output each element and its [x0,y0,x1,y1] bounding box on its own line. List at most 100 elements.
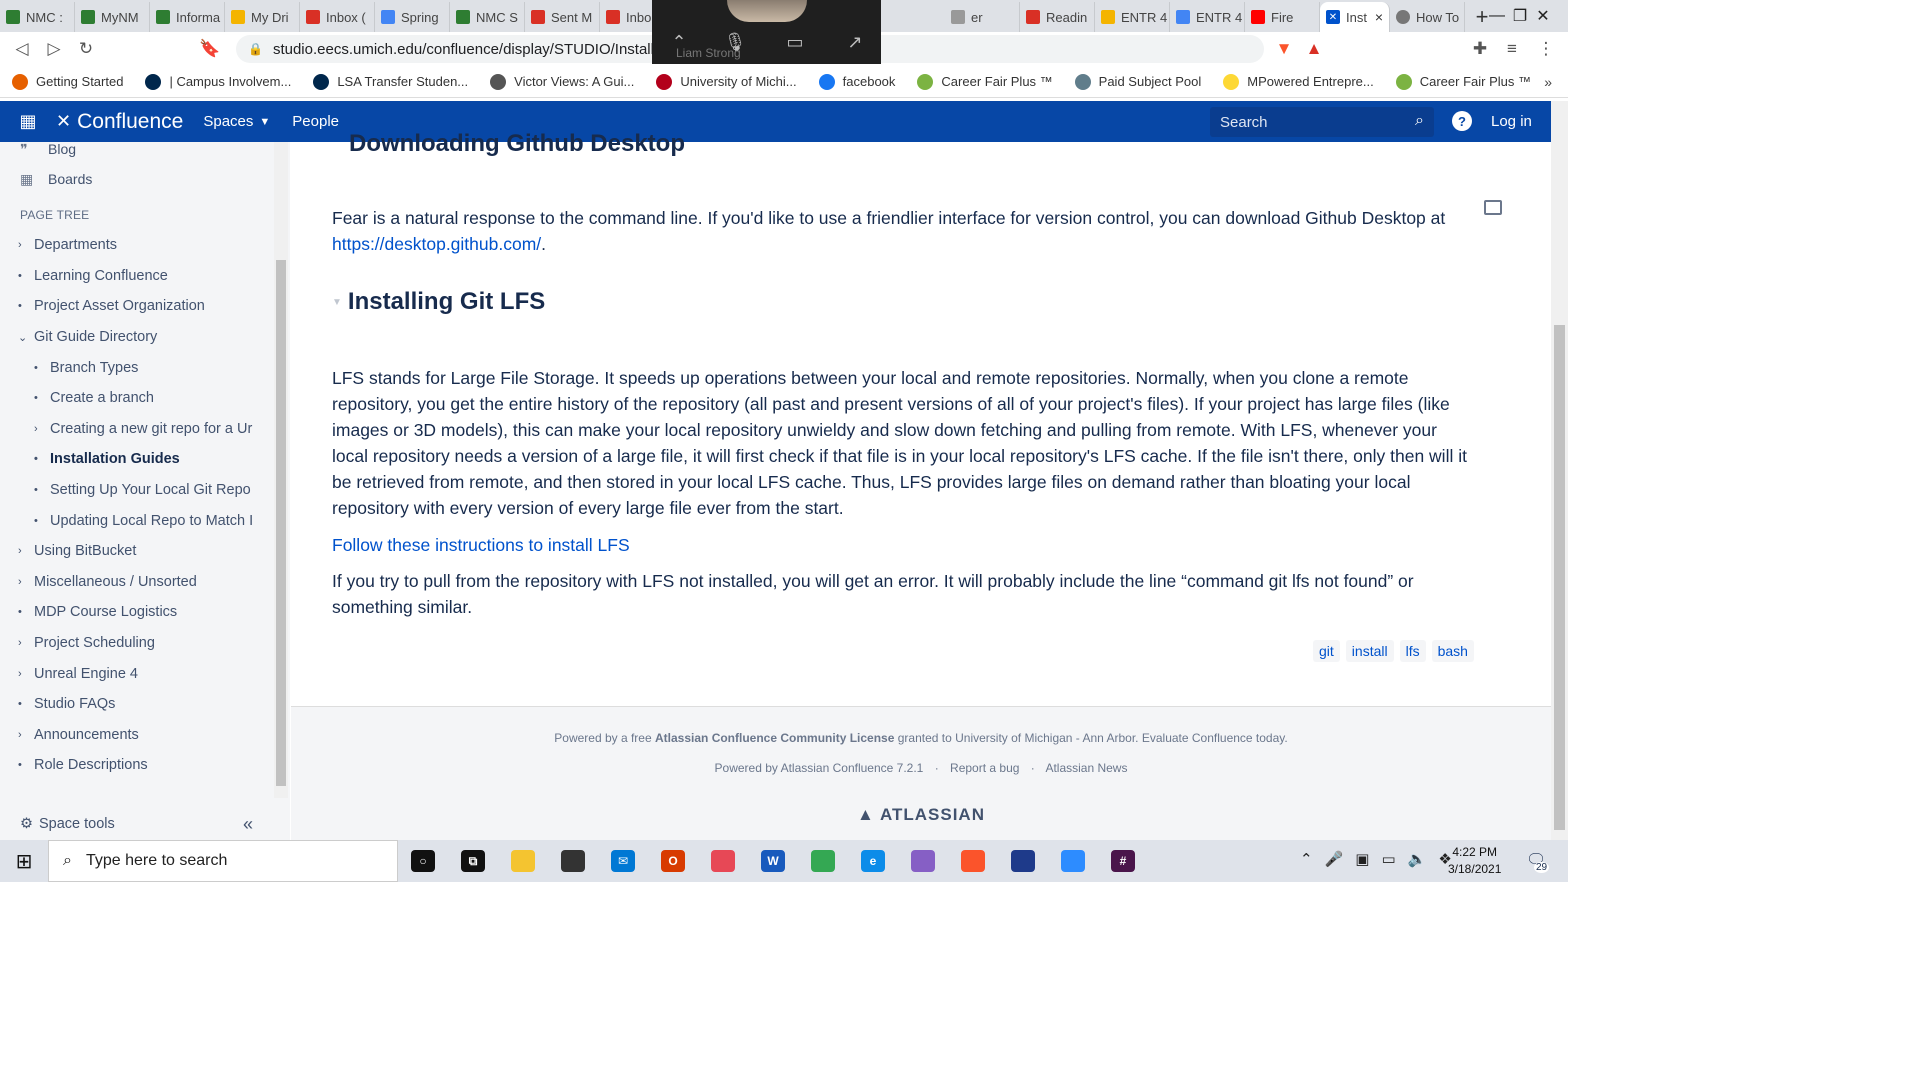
install-lfs-link[interactable]: Follow these instructions to install LFS [332,532,1477,558]
bookmark-item[interactable]: MPowered Entrepre... [1223,73,1374,90]
chrome-icon[interactable] [798,840,848,882]
sidebar-item-blog[interactable]: ❞ Blog [0,134,290,164]
page-tree-item[interactable]: • Create a branch [0,383,268,414]
brave-rewards-icon[interactable]: ▲ [1298,33,1330,65]
brave-icon[interactable] [948,840,998,882]
browser-tab[interactable]: My Dri [225,2,300,32]
page-tree-item[interactable]: › Using BitBucket [0,536,268,567]
table-of-contents-icon[interactable] [1484,200,1502,215]
help-icon[interactable]: ? [1452,111,1472,131]
close-tab-icon[interactable]: × [1375,9,1383,25]
browser-tab[interactable]: Informa [150,2,225,32]
browser-tab[interactable]: NMC S [450,2,525,32]
sidebar-scrollbar[interactable] [274,142,288,798]
browser-tab[interactable]: Inbox ( [300,2,375,32]
visual-studio-icon[interactable] [898,840,948,882]
sidebar-item-boards[interactable]: ▦ Boards [0,164,290,194]
media-control-icon[interactable]: ≡ [1496,33,1528,65]
chevron-right-icon[interactable]: › [18,637,34,649]
close-window-icon[interactable]: ✕ [1520,0,1566,32]
bookmark-item[interactable]: Getting Started [12,73,123,90]
bookmark-item[interactable]: University of Michi... [656,73,797,90]
space-tools-button[interactable]: ⚙ Space tools [20,816,115,832]
page-tree-item[interactable]: • Setting Up Your Local Git Repo [0,475,268,506]
windows-start-icon[interactable]: ⊞ [0,840,48,882]
tab-how-to[interactable]: How To [1390,2,1465,32]
page-tree-item[interactable]: • Learning Confluence [0,261,268,292]
search-icon[interactable]: ⌕ [1415,112,1424,130]
people-link[interactable]: People [292,113,339,130]
browser-tab[interactable]: ENTR 4 [1170,2,1245,32]
spaces-menu[interactable]: Spaces ▼ [203,113,270,130]
atlassian-news-link[interactable]: Atlassian News [1045,761,1127,775]
label-tag[interactable]: git [1313,640,1340,662]
page-tree-item[interactable]: › Miscellaneous / Unsorted [0,567,268,598]
share-screen-icon[interactable]: ↗ [842,30,868,54]
taskbar-search-input[interactable]: ⌕ Type here to search [48,840,398,882]
clock[interactable]: 4:22 PM 3/18/2021 [1448,844,1501,878]
chevron-right-icon[interactable]: › [18,729,34,741]
slack-icon[interactable]: # [1098,840,1148,882]
display-icon[interactable]: ▣ [1355,850,1369,868]
browser-tab[interactable]: er [945,2,1020,32]
login-link[interactable]: Log in [1491,113,1532,130]
confluence-logo[interactable]: ✕ Confluence [56,110,183,134]
chevron-right-icon[interactable]: › [18,668,34,680]
atlassian-logo[interactable]: ▲ ATLASSIAN [291,805,1551,825]
sidebar-scroll-thumb[interactable] [276,260,286,786]
page-tree-item[interactable]: • Studio FAQs [0,689,268,720]
page-tree-item[interactable]: • Project Asset Organization [0,291,268,322]
browser-tab[interactable]: Spring [375,2,450,32]
bookmark-item[interactable]: Career Fair Plus ™ [917,73,1053,90]
label-tag[interactable]: bash [1431,640,1474,662]
search-input[interactable]: Search ⌕ [1210,107,1434,137]
task-view-icon[interactable]: ⧉ [448,840,498,882]
chevron-right-icon[interactable]: › [18,239,34,251]
volume-icon[interactable]: 🔈 [1408,850,1427,868]
zoom-icon[interactable] [1048,840,1098,882]
video-off-icon[interactable]: ▭ [782,30,808,54]
github-desktop-link[interactable]: https://desktop.github.com/ [332,234,541,254]
app-icon[interactable] [998,840,1048,882]
browser-tab[interactable]: NMC : [0,2,75,32]
file-explorer-icon[interactable] [498,840,548,882]
page-scroll-thumb[interactable] [1554,325,1565,830]
page-tree-item[interactable]: • Role Descriptions [0,750,268,781]
battery-icon[interactable]: ▭ [1381,850,1395,868]
page-scrollbar[interactable] [1551,101,1568,840]
reload-icon[interactable]: ↻ [70,33,102,65]
page-tree-item[interactable]: › Creating a new git repo for a Ur [0,414,268,445]
browser-tab[interactable]: Readin [1020,2,1095,32]
section-heading-lfs[interactable]: ▼ Installing Git LFS [332,288,545,316]
browser-tab[interactable]: MyNM [75,2,150,32]
page-tree-item[interactable]: › Unreal Engine 4 [0,658,268,689]
report-bug-link[interactable]: Report a bug [950,761,1019,775]
bookmark-item[interactable]: Career Fair Plus ™ [1395,73,1531,90]
chevron-right-icon[interactable]: › [18,576,34,588]
word-icon[interactable]: W [748,840,798,882]
powered-by-link[interactable]: Powered by Atlassian Confluence 7.2.1 [715,761,924,775]
store-icon[interactable] [548,840,598,882]
menu-icon[interactable]: ⋮ [1530,33,1562,65]
tab-active[interactable]: ✕ Inst × [1320,2,1390,32]
edge-icon[interactable]: e [848,840,898,882]
browser-tab[interactable]: Sent M [525,2,600,32]
browser-tab[interactable]: ENTR 4 [1095,2,1170,32]
forward-icon[interactable]: ▷ [38,33,70,65]
mail-icon[interactable]: ✉ [598,840,648,882]
bookmark-item[interactable]: facebook [818,73,895,90]
bookmark-item[interactable]: | Campus Involvem... [145,73,291,90]
page-tree-item[interactable]: • Installation Guides [0,444,268,475]
chevron-right-icon[interactable]: › [34,423,50,435]
page-tree-item[interactable]: ⌄ Git Guide Directory [0,322,268,353]
snip-icon[interactable] [698,840,748,882]
bookmark-icon[interactable]: 🔖 [194,33,226,65]
cortana-icon[interactable]: ○ [398,840,448,882]
microphone-icon[interactable]: 🎤 [1325,850,1344,868]
more-bookmarks-icon[interactable]: » [1544,74,1552,90]
app-switcher-icon[interactable]: ▦ [0,111,56,132]
page-tree-item[interactable]: • MDP Course Logistics [0,597,268,628]
bookmark-item[interactable]: Paid Subject Pool [1074,73,1201,90]
label-tag[interactable]: lfs [1399,640,1426,662]
page-tree-item[interactable]: › Project Scheduling [0,628,268,659]
